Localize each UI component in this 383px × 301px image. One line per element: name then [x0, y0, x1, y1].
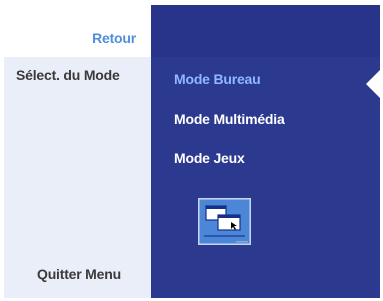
desktop-windows-icon [198, 198, 251, 245]
triangle-left-arrow-icon [366, 68, 382, 100]
mode-multimedia-option[interactable]: Mode Multimédia [174, 111, 285, 127]
back-button[interactable]: Retour [92, 30, 136, 46]
mode-jeux-option[interactable]: Mode Jeux [174, 150, 245, 166]
quit-menu-button[interactable]: Quitter Menu [37, 266, 121, 282]
osd-menu: Retour Sélect. du Mode Quitter Menu Mode… [4, 5, 382, 298]
mode-bureau-option[interactable]: Mode Bureau [174, 71, 261, 87]
mode-select-label: Sélect. du Mode [16, 67, 120, 83]
right-header [151, 5, 380, 57]
